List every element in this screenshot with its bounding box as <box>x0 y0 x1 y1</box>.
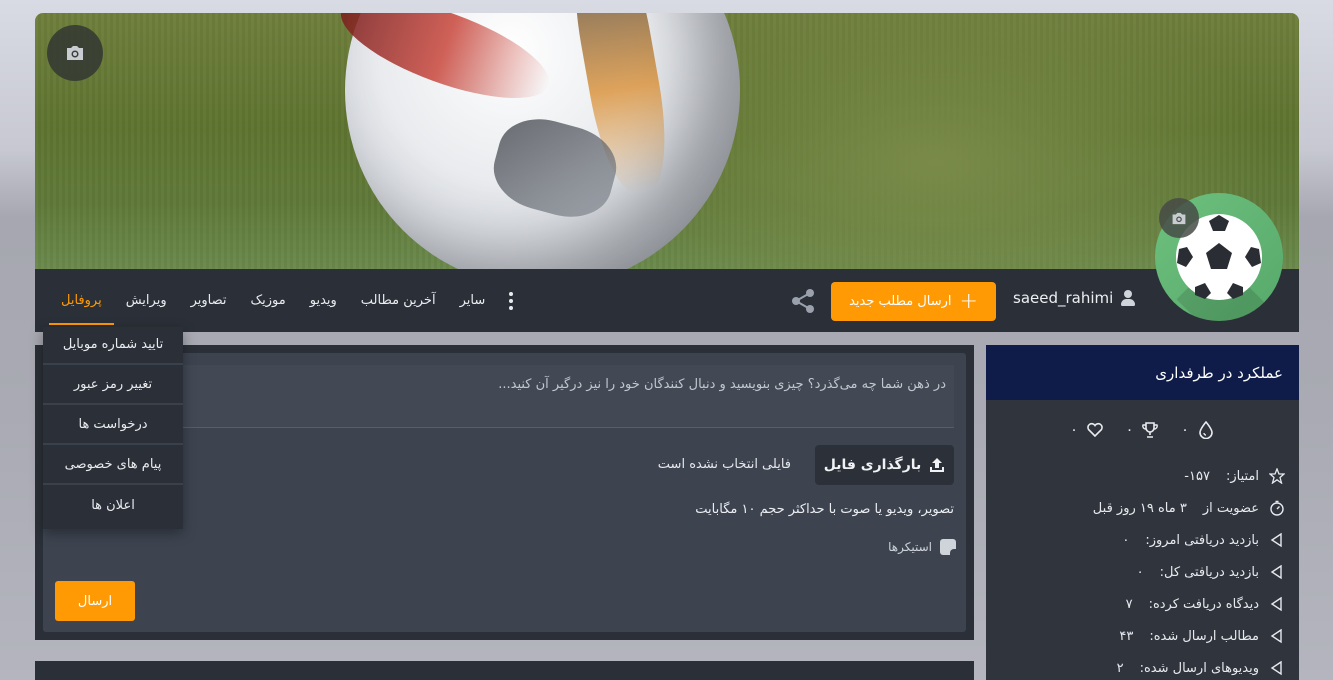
user-icon <box>1121 290 1136 306</box>
camera-icon <box>67 46 83 60</box>
info-list: امتیاز: ۱۵۷- عضویت از ۳ ماه ۱۹ روز قبل ب… <box>1000 460 1285 680</box>
menu-item-notifications[interactable]: اعلان ها <box>43 485 183 525</box>
tab-images[interactable]: تصاویر <box>179 269 239 332</box>
new-post-label: ارسال مطلب جدید <box>849 294 952 309</box>
cover-photo <box>35 13 1299 269</box>
drop-stat: ۰ <box>1181 421 1215 439</box>
trophy-icon <box>1142 422 1159 438</box>
upload-hint: تصویر، ویدیو یا صوت با حداکثر حجم ۱۰ مگا… <box>695 502 954 517</box>
info-label: امتیاز: <box>1225 468 1259 484</box>
upload-file-button[interactable]: بارگذاری فایل <box>815 445 954 485</box>
upload-label: بارگذاری فایل <box>823 457 922 473</box>
tab-more[interactable]: سایر <box>448 269 498 332</box>
change-avatar-button[interactable] <box>1159 198 1199 238</box>
info-label: مطالب ارسال شده: <box>1149 628 1259 644</box>
tab-video[interactable]: ویدیو <box>298 269 349 332</box>
profile-navbar: پروفایل ویرایش تصاویر موزیک ویدیو آخرین … <box>35 269 1299 332</box>
info-row-views-today: بازدید دریافتی امروز: ۰ <box>1000 524 1285 556</box>
soccer-ball-image <box>329 13 740 269</box>
triangle-left-icon <box>1270 596 1282 612</box>
star-icon <box>1269 468 1285 484</box>
username: saeed_rahimi <box>1013 289 1136 307</box>
trophy-count: ۰ <box>1125 422 1134 438</box>
menu-item-private-messages[interactable]: پیام های خصوصی <box>43 445 183 485</box>
info-row-comments-received: دیدگاه دریافت کرده: ۷ <box>1000 588 1285 620</box>
drop-icon <box>1198 421 1213 439</box>
tab-edit[interactable]: ویرایش <box>114 269 179 332</box>
info-value: ۰ <box>1122 532 1130 548</box>
info-value: ۱۵۷- <box>1184 468 1210 484</box>
info-row-videos-sent: ویدیوهای ارسال شده: ۲ <box>1000 652 1285 680</box>
sidebar-title: عملکرد در طرفداری <box>986 345 1299 400</box>
username-text: saeed_rahimi <box>1013 289 1114 307</box>
stickers-button[interactable]: استیکرها <box>888 539 956 555</box>
info-row-posts-sent: مطالب ارسال شده: ۴۳ <box>1000 620 1285 652</box>
info-row-membership: عضویت از ۳ ماه ۱۹ روز قبل <box>1000 492 1285 524</box>
change-cover-button[interactable] <box>47 25 103 81</box>
more-menu-icon[interactable] <box>501 269 521 332</box>
next-card <box>35 661 974 680</box>
info-label: ویدیوهای ارسال شده: <box>1139 660 1259 676</box>
sidebar-stats-panel: ۰ ۰ ۰ امتیاز: ۱۵۷- عضویت از ۳ ماه ۱۹ روز… <box>986 400 1299 680</box>
info-label: عضویت از <box>1202 500 1259 516</box>
new-post-button[interactable]: + ارسال مطلب جدید <box>831 282 996 321</box>
info-label: بازدید دریافتی امروز: <box>1145 532 1259 548</box>
info-value: ۲ <box>1116 660 1124 676</box>
menu-item-verify-mobile[interactable]: تایید شماره موبایل <box>43 325 183 365</box>
info-row-score: امتیاز: ۱۵۷- <box>1000 460 1285 492</box>
heart-stat: ۰ <box>1070 421 1104 439</box>
heart-icon <box>1086 422 1103 438</box>
more-dropdown-menu: تایید شماره موبایل تغییر رمز عبور درخواس… <box>43 327 183 529</box>
triangle-left-icon <box>1270 564 1282 580</box>
info-value: ۳ ماه ۱۹ روز قبل <box>1092 500 1187 516</box>
no-file-text: فایلی انتخاب نشده است <box>657 457 791 472</box>
triangle-left-icon <box>1270 628 1282 644</box>
trophy-stat: ۰ <box>1126 421 1160 439</box>
sticker-icon <box>940 539 956 555</box>
stats-row: ۰ ۰ ۰ <box>986 418 1299 442</box>
tab-profile[interactable]: پروفایل <box>49 269 114 332</box>
triangle-left-icon <box>1270 660 1282 676</box>
triangle-left-icon <box>1270 532 1282 548</box>
plus-icon: + <box>959 288 978 314</box>
info-label: دیدگاه دریافت کرده: <box>1148 596 1259 612</box>
heart-count: ۰ <box>1070 422 1078 438</box>
info-label: بازدید دریافتی کل: <box>1159 564 1259 580</box>
camera-icon <box>1172 212 1186 224</box>
info-value: ۷ <box>1125 596 1133 612</box>
stopwatch-icon <box>1270 500 1284 516</box>
menu-item-change-password[interactable]: تغییر رمز عبور <box>43 365 183 405</box>
stickers-label: استیکرها <box>888 540 932 554</box>
info-value: ۰ <box>1136 564 1144 580</box>
tab-latest-posts[interactable]: آخرین مطالب <box>349 269 448 332</box>
nav-tabs: پروفایل ویرایش تصاویر موزیک ویدیو آخرین … <box>49 269 521 332</box>
send-button[interactable]: ارسال <box>55 581 135 621</box>
share-icon[interactable] <box>789 287 817 315</box>
post-text-input[interactable]: در ذهن شما چه می‌گذرد؟ چیزی بنویسید و دن… <box>53 365 954 428</box>
info-value: ۴۳ <box>1119 628 1134 644</box>
info-row-views-total: بازدید دریافتی کل: ۰ <box>1000 556 1285 588</box>
tab-music[interactable]: موزیک <box>239 269 298 332</box>
menu-item-requests[interactable]: درخواست ها <box>43 405 183 445</box>
upload-icon <box>930 458 945 472</box>
drop-count: ۰ <box>1181 422 1189 438</box>
